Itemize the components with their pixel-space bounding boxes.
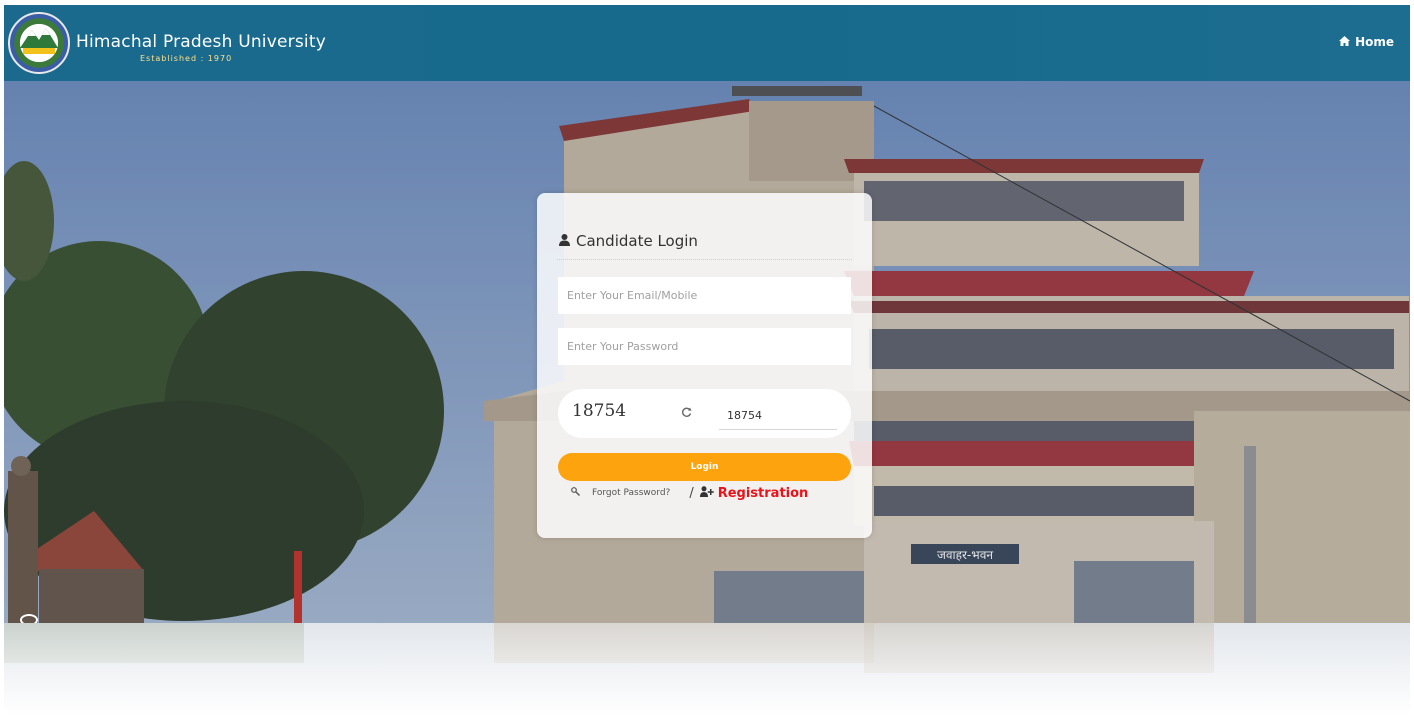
login-card: Candidate Login 18754 Login Forgot Passw… — [537, 193, 872, 538]
top-navbar: Himachal Pradesh University Established … — [4, 5, 1410, 81]
registration-link[interactable]: Registration — [699, 485, 809, 501]
login-button[interactable]: Login — [558, 453, 851, 481]
login-title-text: Candidate Login — [576, 232, 698, 250]
registration-label: Registration — [717, 485, 809, 501]
captcha-input[interactable] — [719, 401, 837, 430]
link-separator: / — [689, 485, 694, 501]
home-link[interactable]: Home — [1339, 35, 1394, 49]
login-title: Candidate Login — [559, 232, 698, 250]
brand-title: Himachal Pradesh University — [76, 32, 326, 52]
refresh-icon[interactable] — [681, 403, 692, 422]
user-icon — [559, 232, 570, 250]
forgot-password-link[interactable]: Forgot Password? — [571, 487, 670, 499]
university-logo-icon[interactable] — [8, 12, 70, 74]
captcha-box: 18754 — [558, 389, 851, 438]
email-field[interactable] — [558, 277, 851, 314]
forgot-password-label: Forgot Password? — [592, 488, 671, 498]
home-icon — [1339, 35, 1351, 49]
brand-subtitle: Established : 1970 — [140, 54, 233, 63]
hero-reflection — [4, 623, 1410, 715]
password-field[interactable] — [558, 328, 851, 365]
captcha-code: 18754 — [572, 401, 627, 421]
key-icon — [571, 487, 580, 499]
title-divider — [557, 259, 852, 260]
home-label: Home — [1355, 35, 1394, 49]
login-links: Forgot Password? / Registration — [571, 484, 808, 502]
user-plus-icon — [699, 485, 714, 501]
